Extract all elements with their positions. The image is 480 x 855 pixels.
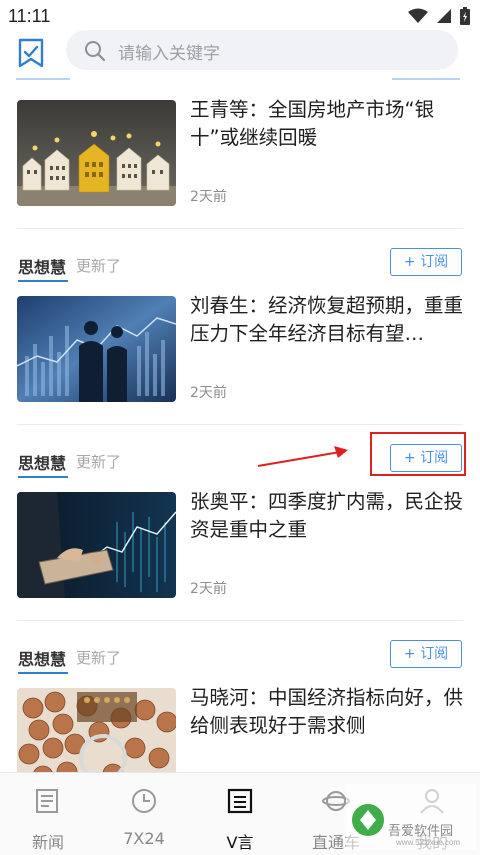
red-arrow-annotation xyxy=(257,446,348,467)
article-time: 2天前 xyxy=(190,385,227,401)
watermark-url: www.52zixue.com xyxy=(396,838,461,847)
battery-icon xyxy=(460,7,470,25)
article-title[interactable]: 马晓河：中国经济指标向好，供给侧表现好于需求侧 xyxy=(190,684,468,740)
status-icons xyxy=(408,7,470,25)
watermark-text: 吾爱软件园 xyxy=(388,824,454,839)
tab-7x24[interactable]: 7X24 xyxy=(96,773,192,855)
article-time: 2天前 xyxy=(190,189,227,205)
article-card-4[interactable]: 马晓河：中国经济指标向好，供给侧表现好于需求侧 xyxy=(0,666,480,772)
wifi-icon xyxy=(408,8,428,23)
tab-news[interactable]: 新闻 xyxy=(0,773,96,855)
document-icon xyxy=(227,788,253,814)
search-box[interactable]: 请输入关键字 xyxy=(66,30,458,70)
signal-icon xyxy=(437,9,451,23)
article-feed[interactable]: 王青等：全国房地产市场“银十”或继续回暖 2天前 思想慧 更新了 + 订阅 刘春… xyxy=(0,78,480,772)
subscribe-button[interactable]: + 订阅 xyxy=(390,640,462,668)
article-card-2[interactable]: 刘春生：经济恢复超预期，重重压力下全年经济目标有望… 2天前 xyxy=(0,274,480,414)
article-card-3[interactable]: 张奥平：四季度扩内需，民企投资是重中之重 2天前 xyxy=(0,470,480,610)
article-time: 2天前 xyxy=(190,581,227,597)
tab-label: V言 xyxy=(226,833,254,852)
divider xyxy=(17,228,463,229)
article-thumbnail-tablet xyxy=(17,492,176,598)
tab-label: 新闻 xyxy=(31,833,64,852)
tab-label: 7X24 xyxy=(123,829,165,848)
search-placeholder: 请输入关键字 xyxy=(118,44,220,64)
updated-label: 更新了 xyxy=(76,453,122,471)
article-title[interactable]: 张奥平：四季度扩内需，民企投资是重中之重 xyxy=(190,488,468,544)
subscribe-button[interactable]: + 订阅 xyxy=(390,248,462,276)
article-thumbnail-houses xyxy=(17,100,176,206)
status-time: 11:11 xyxy=(8,6,51,26)
article-title[interactable]: 刘春生：经济恢复超预期，重重压力下全年经济目标有望… xyxy=(190,292,468,348)
article-thumbnail-coins xyxy=(17,688,176,772)
updated-label: 更新了 xyxy=(76,257,122,275)
article-title[interactable]: 王青等：全国房地产市场“银十”或继续回暖 xyxy=(190,96,468,152)
updated-label: 更新了 xyxy=(76,649,122,667)
top-bar: 请输入关键字 xyxy=(0,30,480,80)
tab-v-yan[interactable]: V言 xyxy=(192,773,288,855)
status-bar: 11:11 xyxy=(0,0,480,30)
clock-icon xyxy=(132,789,156,813)
news-icon xyxy=(36,789,58,813)
divider xyxy=(17,620,463,621)
red-highlight-box xyxy=(370,432,466,476)
divider xyxy=(17,424,463,425)
article-card-1[interactable]: 王青等：全国房地产市场“银十”或继续回暖 2天前 xyxy=(0,78,480,218)
app-logo-icon[interactable] xyxy=(16,38,46,68)
search-icon xyxy=(85,41,106,62)
article-thumbnail-business xyxy=(17,296,176,402)
